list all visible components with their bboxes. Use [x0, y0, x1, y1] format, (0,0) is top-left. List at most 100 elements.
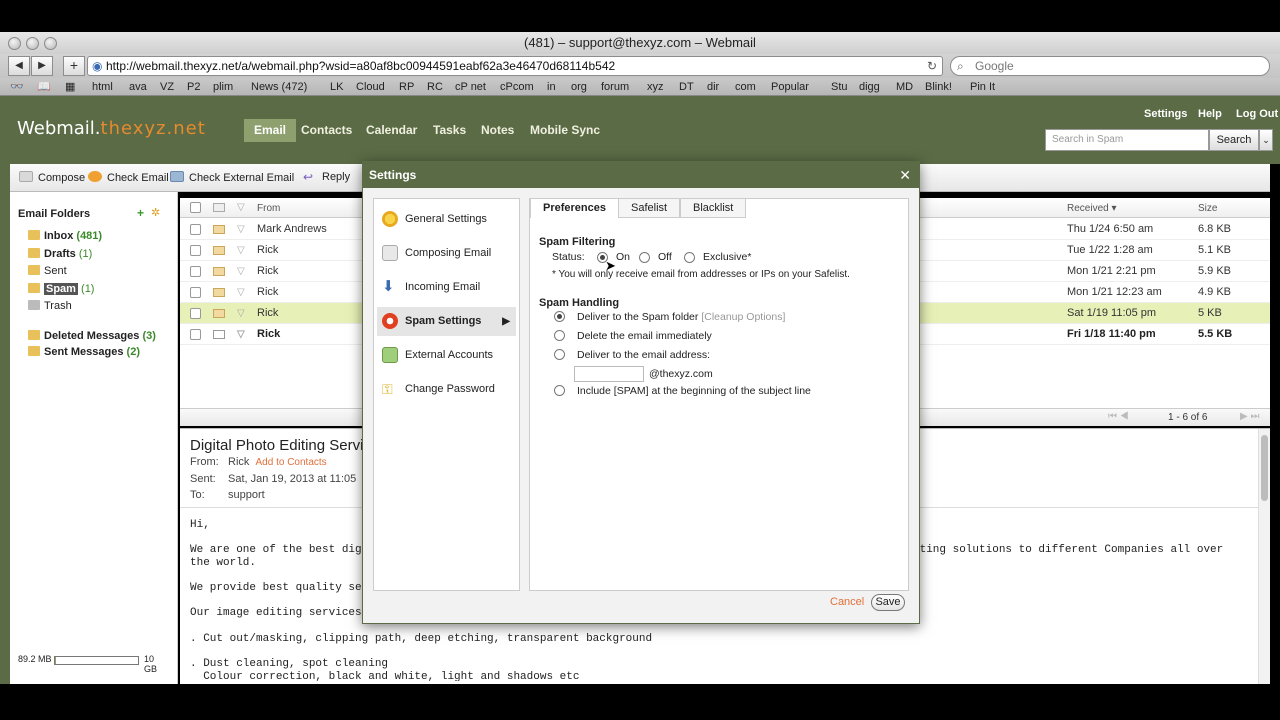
deliver-address-input[interactable] — [574, 366, 644, 382]
row-checkbox[interactable] — [190, 329, 201, 340]
tab-preferences[interactable]: Preferences — [530, 199, 619, 218]
search-options-dropdown[interactable]: ⌄ — [1259, 129, 1273, 151]
bookmark-link[interactable]: RP — [399, 78, 414, 96]
bookmark-link[interactable]: cP net — [455, 78, 486, 96]
status-off-radio[interactable] — [639, 252, 650, 263]
menu-change-password[interactable]: ⚿ Change Password — [377, 375, 516, 404]
bookmark-link[interactable]: xyz — [647, 78, 664, 96]
folder-inbox[interactable]: Inbox (481) — [28, 230, 102, 242]
tab-safelist[interactable]: Safelist — [618, 199, 681, 218]
reply-button[interactable]: ↩ Reply — [303, 171, 350, 183]
bookmark-link[interactable]: DT — [679, 78, 694, 96]
row-checkbox[interactable] — [190, 266, 201, 277]
add-to-contacts-link[interactable]: Add to Contacts — [256, 457, 327, 468]
logout-link[interactable]: Log Out — [1236, 108, 1278, 120]
menu-external-accounts[interactable]: External Accounts — [377, 341, 516, 370]
status-exclusive-radio[interactable] — [684, 252, 695, 263]
row-checkbox[interactable] — [190, 245, 201, 256]
bookmark-link[interactable]: News (472) — [251, 78, 307, 96]
row-checkbox[interactable] — [190, 308, 201, 319]
nav-contacts[interactable]: Contacts — [291, 119, 362, 142]
bookmark-link[interactable]: Popular — [771, 78, 809, 96]
row-checkbox[interactable] — [190, 287, 201, 298]
bookmark-link[interactable]: in — [547, 78, 556, 96]
folder-settings-gear-icon[interactable]: ✲ — [151, 206, 160, 219]
cleanup-options-link[interactable]: [Cleanup Options] — [701, 311, 785, 323]
col-size[interactable]: Size — [1198, 203, 1217, 214]
col-from[interactable]: From — [257, 203, 280, 214]
bookmark-link[interactable]: Blink! — [925, 78, 952, 96]
url-field[interactable]: ◉ http://webmail.thexyz.net/a/webmail.ph… — [87, 56, 943, 76]
menu-spam-settings[interactable]: Spam Settings ▶ — [377, 307, 516, 336]
tab-blacklist[interactable]: Blacklist — [680, 199, 747, 218]
nav-notes[interactable]: Notes — [471, 119, 524, 142]
forward-button[interactable]: ▶ — [31, 56, 53, 76]
nav-calendar[interactable]: Calendar — [356, 119, 427, 142]
flag-icon[interactable]: ▽ — [237, 324, 245, 345]
bookmark-link[interactable]: plim — [213, 78, 233, 96]
settings-link[interactable]: Settings — [1144, 108, 1187, 120]
compose-button[interactable]: Compose — [19, 171, 85, 184]
bookmark-link[interactable]: MD — [896, 78, 913, 96]
close-window-icon[interactable] — [8, 37, 21, 50]
add-folder-icon[interactable]: + — [137, 206, 144, 220]
bookmark-link[interactable]: Cloud — [356, 78, 385, 96]
close-icon[interactable]: ✕ — [899, 162, 911, 188]
bookmark-link[interactable]: forum — [601, 78, 629, 96]
cancel-button[interactable]: Cancel — [830, 596, 864, 608]
delete-immediately-radio[interactable] — [554, 330, 565, 341]
bookmark-link[interactable]: org — [571, 78, 587, 96]
bookmark-link[interactable]: VZ — [160, 78, 174, 96]
folder-sent[interactable]: Sent — [28, 265, 67, 277]
bookmark-link[interactable]: ava — [129, 78, 147, 96]
reload-icon[interactable]: ↻ — [927, 57, 937, 75]
first-page-icon[interactable]: ⏮ ◀ — [1108, 411, 1129, 422]
flag-icon[interactable]: ▽ — [237, 303, 245, 324]
bookmark-link[interactable]: RC — [427, 78, 443, 96]
browser-search-field[interactable]: ⌕ Google — [950, 56, 1270, 76]
menu-incoming-email[interactable]: ⬇ Incoming Email — [377, 273, 516, 302]
select-all-checkbox[interactable] — [190, 202, 201, 213]
flag-icon[interactable]: ▽ — [237, 282, 245, 303]
bookmark-link[interactable]: com — [735, 78, 756, 96]
zoom-window-icon[interactable] — [44, 37, 57, 50]
preview-scrollbar[interactable] — [1258, 429, 1270, 685]
folder-sent-messages[interactable]: Sent Messages (2) — [28, 346, 140, 358]
check-email-button[interactable]: Check Email — [88, 171, 169, 184]
search-button[interactable]: Search — [1209, 129, 1259, 151]
last-page-icon[interactable]: ▶ ⏭ — [1240, 411, 1259, 422]
bookmark-link[interactable]: Pin It — [970, 78, 995, 96]
bookmark-link[interactable]: digg — [859, 78, 880, 96]
flag-icon[interactable]: ▽ — [237, 240, 245, 261]
back-button[interactable]: ◀ — [8, 56, 30, 76]
flag-icon[interactable]: ▽ — [237, 219, 245, 240]
scroll-thumb[interactable] — [1261, 435, 1268, 501]
bookmark-link[interactable]: dir — [707, 78, 719, 96]
folder-deleted-messages[interactable]: Deleted Messages (3) — [28, 330, 156, 342]
folder-spam[interactable]: Spam (1) — [28, 283, 94, 295]
nav-tasks[interactable]: Tasks — [423, 119, 476, 142]
row-checkbox[interactable] — [190, 224, 201, 235]
nav-mobile-sync[interactable]: Mobile Sync — [520, 119, 610, 142]
help-link[interactable]: Help — [1198, 108, 1222, 120]
minimize-window-icon[interactable] — [26, 37, 39, 50]
col-received[interactable]: Received ▾ — [1067, 203, 1117, 214]
deliver-spam-folder-radio[interactable] — [554, 311, 565, 322]
bookmark-link[interactable]: cPcom — [500, 78, 534, 96]
menu-general-settings[interactable]: General Settings — [377, 205, 516, 234]
folder-trash[interactable]: Trash — [28, 300, 72, 312]
nav-email[interactable]: Email — [244, 119, 297, 142]
bookmark-link[interactable]: P2 — [187, 78, 200, 96]
include-spam-tag-radio[interactable] — [554, 385, 565, 396]
bookmark-link[interactable]: Stu — [831, 78, 848, 96]
bookmark-link[interactable]: html — [92, 78, 113, 96]
bookmark-link[interactable]: LK — [330, 78, 343, 96]
menu-composing-email[interactable]: Composing Email — [377, 239, 516, 268]
save-button[interactable]: Save — [871, 594, 905, 611]
deliver-address-radio[interactable] — [554, 349, 565, 360]
add-bookmark-button[interactable]: + — [63, 56, 85, 76]
check-external-email-button[interactable]: Check External Email — [170, 171, 294, 184]
flag-icon[interactable]: ▽ — [237, 261, 245, 282]
folder-drafts[interactable]: Drafts (1) — [28, 248, 92, 260]
spam-search-input[interactable]: Search in Spam — [1045, 129, 1209, 151]
